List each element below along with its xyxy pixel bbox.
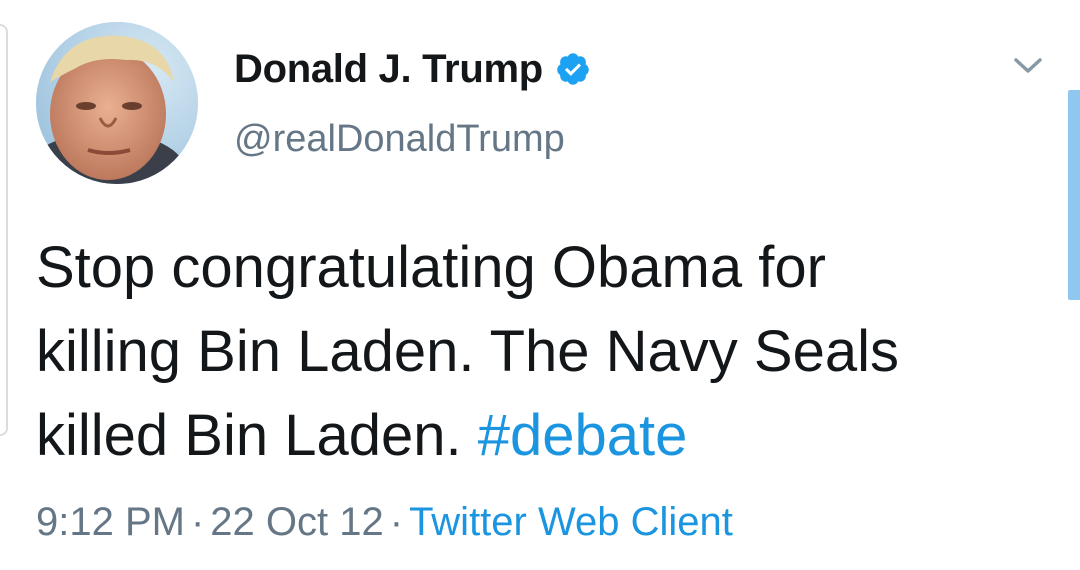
chevron-down-icon[interactable] [1008, 50, 1048, 80]
separator-dot: · [190, 500, 205, 544]
display-name[interactable]: Donald J. Trump [234, 47, 543, 92]
tweet-text-segment: killed Bin Laden. [36, 403, 462, 468]
author-name-row[interactable]: Donald J. Trump [234, 44, 591, 94]
profile-photo-icon [36, 22, 198, 184]
avatar[interactable] [36, 22, 198, 184]
author-handle[interactable]: @realDonaldTrump [234, 118, 565, 161]
tweet-source-link[interactable]: Twitter Web Client [409, 500, 733, 544]
tweet-time[interactable]: 9:12 PM [36, 500, 185, 544]
scrollbar-thumb[interactable] [1068, 90, 1080, 300]
tweet-text-line: Stop congratulating Obama for [36, 235, 826, 300]
card-left-edge [0, 24, 8, 436]
tweet-metadata: 9:12 PM · 22 Oct 12 · Twitter Web Client [36, 500, 733, 545]
verified-badge-icon [555, 51, 591, 87]
tweet-text: Stop congratulating Obama for killing Bi… [36, 226, 1046, 478]
tweet-text-line: killing Bin Laden. The Navy Seals [36, 319, 899, 384]
tweet-text-line: killed Bin Laden. #debate [36, 394, 1046, 478]
hashtag-link[interactable]: #debate [478, 403, 688, 468]
tweet-date[interactable]: 22 Oct 12 [210, 500, 383, 544]
separator-dot: · [389, 500, 404, 544]
